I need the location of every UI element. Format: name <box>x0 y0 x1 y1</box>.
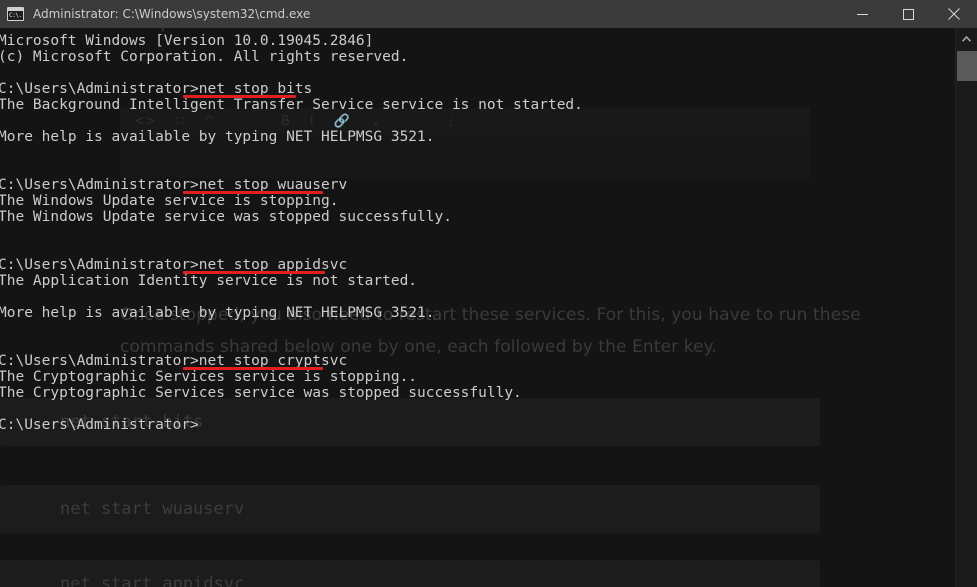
console-line-text <box>0 401 7 417</box>
window-title: Administrator: C:\Windows\system32\cmd.e… <box>33 7 311 21</box>
console-line-text: C:\Users\Administrator>net stop cryptsvc <box>0 353 348 369</box>
console-line-text: C:\Users\Administrator>net stop wuauserv <box>0 177 348 193</box>
console-area[interactable]: Microsoft Windows [Version 10.0.19045.28… <box>0 28 977 587</box>
title-bar[interactable]: C:\. Administrator: C:\Windows\system32\… <box>0 0 977 28</box>
background-page-layer: net stop wuauserv <> ∷ ^ B I 🔗 ⌄ ⋮ Once … <box>0 0 977 587</box>
console-line-text: C:\Users\Administrator>net stop appidsvc <box>0 257 348 273</box>
console-line: The Windows Update service is stopping. <box>0 193 977 209</box>
console-command-line: C:\Users\Administrator>net stop appidsvc <box>0 257 977 274</box>
close-button[interactable] <box>931 0 977 28</box>
console-line <box>0 289 977 305</box>
console-line-text <box>0 65 7 81</box>
bold-icon: B <box>280 113 290 129</box>
background-code-block-1: net start bits <box>0 398 820 446</box>
console-line <box>0 241 977 257</box>
console-scrollbar[interactable] <box>955 28 977 587</box>
console-output[interactable]: Microsoft Windows [Version 10.0.19045.28… <box>0 28 977 587</box>
console-command-line: C:\Users\Administrator>net stop wuauserv <box>0 177 977 194</box>
command-highlight-underline <box>183 271 325 274</box>
console-line-text <box>0 321 7 337</box>
minimize-button[interactable] <box>839 0 885 28</box>
console-line: The Cryptographic Services service is st… <box>0 369 977 385</box>
console-command-line: C:\Users\Administrator>net stop bits <box>0 81 977 98</box>
cmd-app-icon: C:\. <box>7 7 24 21</box>
console-line-text: The Application Identity service is not … <box>0 273 418 289</box>
console-line-text <box>0 337 7 353</box>
console-line: The Cryptographic Services service was s… <box>0 385 977 401</box>
console-line-text: The Cryptographic Services service is st… <box>0 369 418 385</box>
grid-icon: ∷ <box>175 113 185 129</box>
caret-up-icon: ^ <box>204 113 215 129</box>
console-line <box>0 321 977 337</box>
background-paragraph-line-2: commands shared below one by one, each f… <box>120 337 717 357</box>
console-line <box>0 145 977 161</box>
cmd-app-icon-label: C:\. <box>9 12 22 19</box>
console-line-text: (c) Microsoft Corporation. All rights re… <box>0 49 409 65</box>
window-controls <box>839 0 977 28</box>
command-highlight-underline <box>183 191 323 194</box>
console-line-text: C:\Users\Administrator>net stop bits <box>0 81 313 97</box>
console-line-text <box>0 289 7 305</box>
console-line <box>0 113 977 129</box>
cmd-window: C:\. Administrator: C:\Windows\system32\… <box>0 0 977 587</box>
console-line: The Background Intelligent Transfer Serv… <box>0 97 977 113</box>
console-line <box>0 401 977 417</box>
console-line: C:\Users\Administrator> <box>0 417 977 433</box>
background-code-strip-1 <box>120 134 810 178</box>
chevron-down-icon: ⌄ <box>369 113 381 129</box>
console-line-text: More help is available by typing NET HEL… <box>0 305 435 321</box>
console-line <box>0 65 977 81</box>
console-line-text: C:\Users\Administrator> <box>0 417 199 433</box>
scrollbar-track[interactable] <box>957 81 977 587</box>
console-line <box>0 337 977 353</box>
console-line-text: The Windows Update service is stopping. <box>0 193 339 209</box>
console-line-text: The Windows Update service was stopped s… <box>0 209 452 225</box>
console-line: More help is available by typing NET HEL… <box>0 305 977 321</box>
link-icon: 🔗 <box>333 113 350 129</box>
command-highlight-underline <box>183 95 296 98</box>
more-icon: ⋮ <box>444 113 458 129</box>
scrollbar-thumb[interactable] <box>957 51 977 81</box>
background-code-block-3: net start appidsvc <box>0 560 820 587</box>
console-command-line: C:\Users\Administrator>net stop cryptsvc <box>0 353 977 370</box>
console-line-text: Microsoft Windows [Version 10.0.19045.28… <box>0 33 374 49</box>
console-line-text: The Background Intelligent Transfer Serv… <box>0 97 583 113</box>
background-editor-toolbar: <> ∷ ^ B I 🔗 ⌄ ⋮ <box>120 108 810 134</box>
console-line: More help is available by typing NET HEL… <box>0 129 977 145</box>
console-line-text <box>0 241 7 257</box>
maximize-button[interactable] <box>885 0 931 28</box>
command-highlight-underline <box>183 367 323 370</box>
console-line-text <box>0 145 7 161</box>
console-line-text <box>0 225 7 241</box>
scroll-up-arrow-icon[interactable] <box>956 28 977 50</box>
console-line-text <box>0 161 7 177</box>
background-paragraph-line-1: Once stopped, you also need to restart t… <box>120 305 861 325</box>
console-line: The Windows Update service was stopped s… <box>0 209 977 225</box>
console-line-text: More help is available by typing NET HEL… <box>0 129 435 145</box>
console-line: (c) Microsoft Corporation. All rights re… <box>0 49 977 65</box>
background-code-block-2: net start wuauserv <box>0 485 820 533</box>
console-line-text <box>0 113 7 129</box>
italic-icon: I <box>309 113 314 129</box>
console-line <box>0 225 977 241</box>
console-line: Microsoft Windows [Version 10.0.19045.28… <box>0 33 977 49</box>
console-line: The Application Identity service is not … <box>0 273 977 289</box>
console-line-text: The Cryptographic Services service was s… <box>0 385 522 401</box>
console-line <box>0 161 977 177</box>
code-icon: <> <box>134 113 156 129</box>
